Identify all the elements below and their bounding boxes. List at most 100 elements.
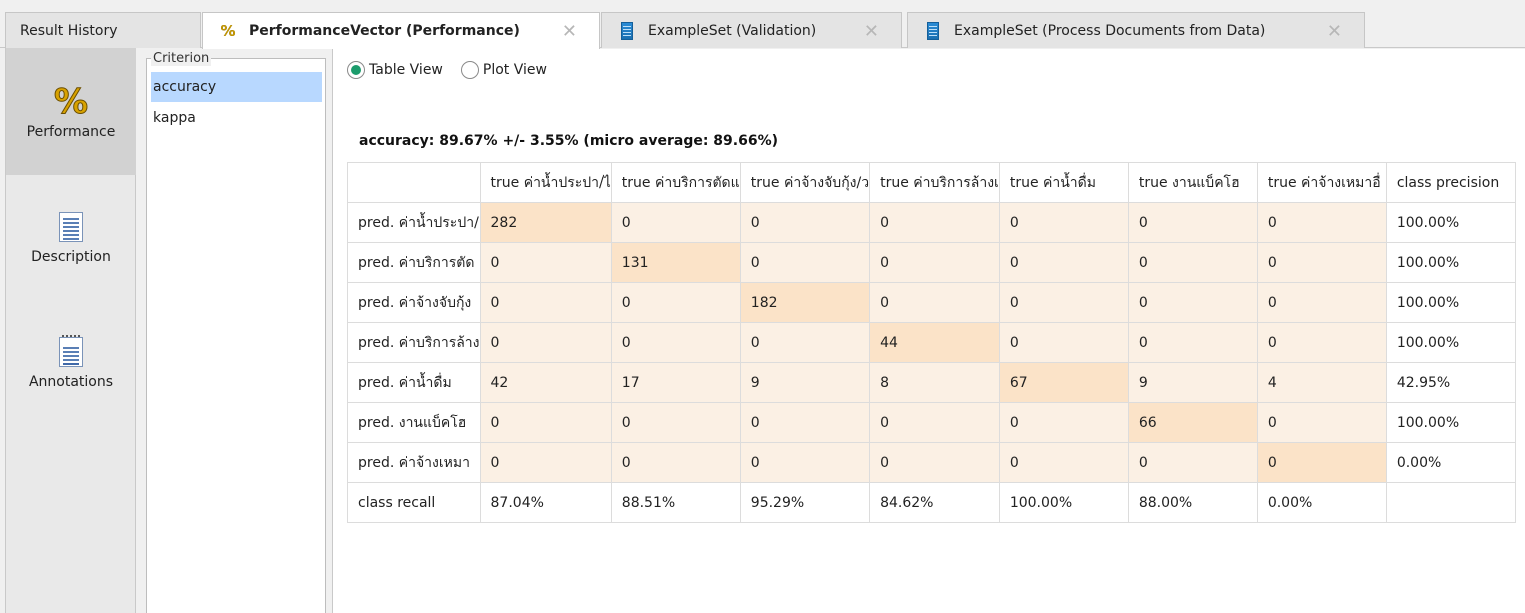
tab-exampleset-process-documents[interactable]: ExampleSet (Process Documents from Data)… (907, 12, 1365, 48)
table-header-row: true ค่าน้ำประปา/ไ true ค่าบริการตัดแ true… (347, 162, 1516, 203)
matrix-cell: 0 (610, 402, 741, 443)
sidebar-item-description[interactable]: Description (6, 173, 136, 300)
class-recall-cell: 0.00% (1256, 482, 1387, 523)
class-recall-cell (1385, 482, 1516, 523)
confusion-matrix-table: true ค่าน้ำประปา/ไ true ค่าบริการตัดแ true… (347, 162, 1516, 523)
matrix-diagonal-cell: 44 (869, 322, 1000, 363)
result-view-sidebar: % Performance Description Annotations (5, 48, 136, 613)
column-header: true งานแบ็คโฮ (1127, 162, 1258, 203)
matrix-cell: 0 (479, 242, 612, 283)
result-tab-bar: Result History % PerformanceVector (Perf… (0, 0, 1525, 49)
column-header: true ค่าน้ำดื่ม (998, 162, 1129, 203)
tab-result-history[interactable]: Result History (5, 12, 201, 48)
matrix-cell: 0 (1127, 282, 1258, 323)
column-header: true ค่าจ้างจับกุ้ง/ว (739, 162, 871, 203)
matrix-cell: 17 (610, 362, 741, 403)
table-view-label: Table View (369, 62, 443, 78)
annotations-icon (59, 334, 83, 370)
table-row: pred. ค่าจ้างเหมา 0 0 0 0 0 0 0 0.00% (347, 442, 1516, 483)
matrix-cell: 0 (739, 402, 871, 443)
criterion-item-accuracy[interactable]: accuracy (151, 72, 322, 102)
table-row: pred. งานแบ็คโฮ 0 0 0 0 0 66 0 100.00% (347, 402, 1516, 443)
criterion-panel: Criterion accuracy kappa (146, 51, 326, 613)
matrix-cell: 0 (1127, 242, 1258, 283)
tab-label: PerformanceVector (Performance) (249, 23, 520, 39)
matrix-diagonal-cell: 66 (1127, 402, 1258, 443)
class-recall-cell: 84.62% (869, 482, 1000, 523)
class-recall-cell: 100.00% (998, 482, 1129, 523)
matrix-cell: 0 (998, 202, 1129, 243)
close-icon[interactable]: ✕ (864, 21, 879, 42)
performance-main-panel: Table View Plot View accuracy: 89.67% +/… (332, 49, 1525, 613)
class-precision-cell: 42.95% (1385, 362, 1516, 403)
table-row: pred. ค่าน้ำประปา/282 0 0 0 0 0 0 100.00% (347, 202, 1516, 243)
matrix-cell: 0 (998, 282, 1129, 323)
matrix-cell: 0 (998, 402, 1129, 443)
sidebar-item-performance[interactable]: % Performance (6, 48, 136, 175)
class-precision-cell: 100.00% (1385, 282, 1516, 323)
close-icon[interactable]: ✕ (562, 21, 577, 42)
percent-icon: % (53, 82, 89, 122)
column-header (347, 162, 481, 203)
matrix-cell: 0 (869, 402, 1000, 443)
matrix-cell: 0 (1256, 202, 1387, 243)
matrix-cell: 0 (610, 202, 741, 243)
class-recall-cell: 88.00% (1127, 482, 1258, 523)
row-label: pred. ค่าบริการตัด (347, 242, 481, 283)
row-label: pred. ค่าจ้างเหมา (347, 442, 481, 483)
matrix-cell: 0 (1256, 242, 1387, 283)
accuracy-summary: accuracy: 89.67% +/- 3.55% (micro averag… (359, 133, 779, 149)
tab-exampleset-validation[interactable]: ExampleSet (Validation) ✕ (601, 12, 902, 48)
matrix-cell: 0 (479, 322, 612, 363)
matrix-cell: 0 (998, 242, 1129, 283)
class-precision-cell: 100.00% (1385, 242, 1516, 283)
matrix-cell: 9 (739, 362, 871, 403)
matrix-cell: 0 (479, 282, 612, 323)
matrix-cell: 0 (1127, 202, 1258, 243)
table-row: pred. ค่าบริการล้าง 0 0 0 44 0 0 0 100.00% (347, 322, 1516, 363)
matrix-cell: 0 (1127, 322, 1258, 363)
matrix-cell: 0 (739, 242, 871, 283)
matrix-cell: 0 (739, 442, 871, 483)
matrix-cell: 0 (869, 242, 1000, 283)
sidebar-item-label: Performance (26, 124, 116, 140)
matrix-cell: 0 (610, 282, 741, 323)
table-view-radio[interactable] (347, 61, 365, 79)
matrix-cell: 42 (479, 362, 612, 403)
matrix-cell: 8 (869, 362, 1000, 403)
class-recall-cell: 88.51% (610, 482, 741, 523)
class-precision-cell: 100.00% (1385, 402, 1516, 443)
matrix-cell: 0 (998, 442, 1129, 483)
plot-view-radio[interactable] (460, 61, 479, 79)
criterion-item-kappa[interactable]: kappa (151, 103, 322, 133)
class-precision-cell: 0.00% (1385, 442, 1516, 483)
matrix-diagonal-cell: 0 (1256, 442, 1387, 483)
tab-label: Result History (20, 22, 118, 39)
column-header: true ค่าจ้างเหมาอื่ (1256, 162, 1387, 203)
table-row: pred. ค่าบริการตัด 0 131 0 0 0 0 0 100.00% (347, 242, 1516, 283)
table-view-option[interactable]: Table View (347, 61, 443, 79)
close-icon[interactable]: ✕ (1327, 21, 1342, 42)
matrix-cell: 0 (1127, 442, 1258, 483)
row-label: pred. ค่าบริการล้าง (347, 322, 481, 363)
matrix-cell: 9 (1127, 362, 1258, 403)
plot-view-option[interactable]: Plot View (460, 61, 547, 79)
tab-label: ExampleSet (Validation) (648, 22, 817, 39)
class-recall-cell: 95.29% (739, 482, 871, 523)
matrix-cell: 0 (869, 202, 1000, 243)
exampleset-icon (616, 21, 638, 40)
sidebar-item-annotations[interactable]: Annotations (6, 298, 136, 425)
column-header: true ค่าน้ำประปา/ไ (479, 162, 612, 203)
column-header: class precision (1385, 162, 1516, 203)
class-recall-row: class recall 87.04% 88.51% 95.29% 84.62% 100.… (347, 482, 1516, 523)
matrix-cell: 0 (739, 202, 871, 243)
table-row: pred. ค่าน้ำดื่ม 42 17 9 8 67 9 4 42.95% (347, 362, 1516, 403)
matrix-diagonal-cell: 282 (479, 202, 612, 243)
sidebar-item-label: Annotations (28, 374, 114, 390)
matrix-cell: 0 (610, 322, 741, 363)
view-toggle: Table View Plot View (347, 61, 565, 79)
matrix-cell: 0 (1256, 402, 1387, 443)
matrix-cell: 0 (998, 322, 1129, 363)
tab-performance-vector[interactable]: % PerformanceVector (Performance) ✕ (202, 12, 600, 49)
table-row: pred. ค่าจ้างจับกุ้ง 0 0 182 0 0 0 0 100.00% (347, 282, 1516, 323)
